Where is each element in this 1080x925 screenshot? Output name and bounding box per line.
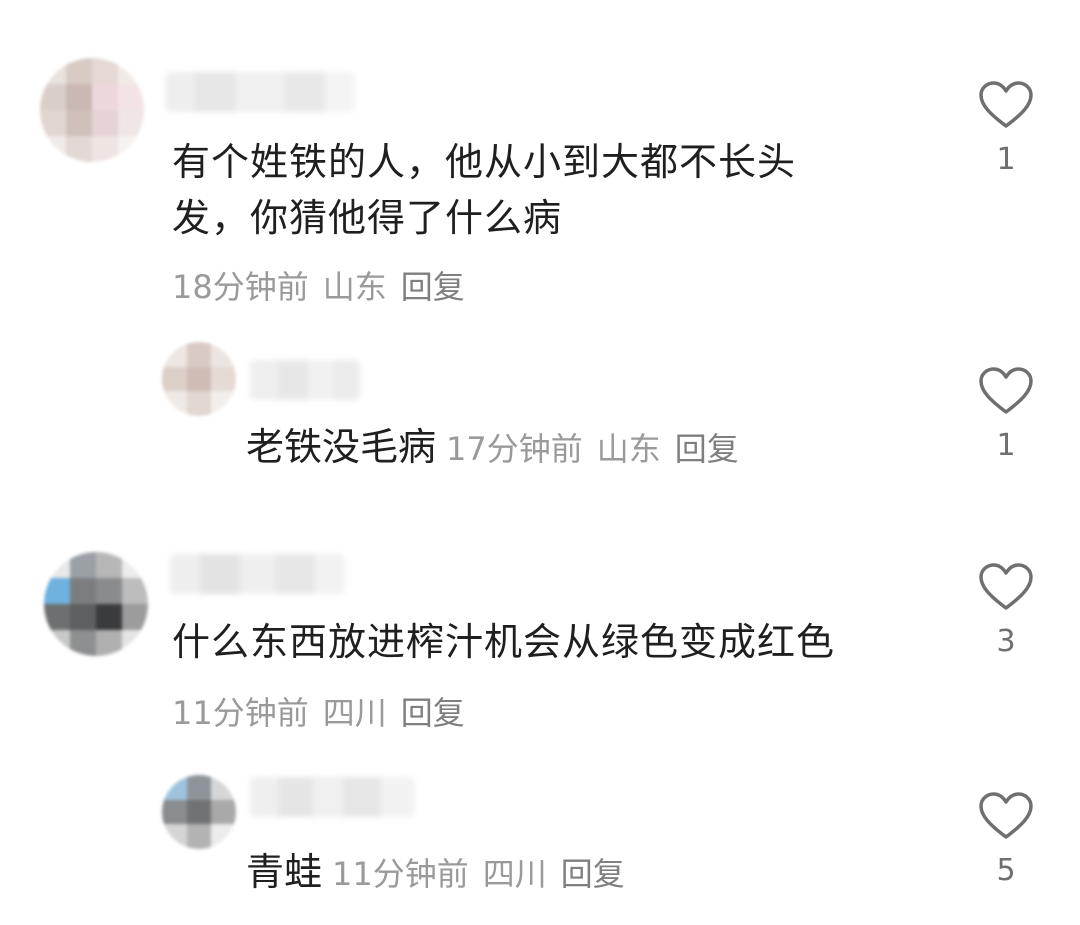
heart-outline-icon xyxy=(979,367,1033,414)
heart-outline-icon xyxy=(979,81,1033,128)
comment-location: 山东 xyxy=(322,268,387,306)
like-button[interactable]: 5 xyxy=(976,791,1036,888)
reply-meta: 17分钟前 山东 回复 xyxy=(446,424,739,470)
username-redacted[interactable] xyxy=(165,72,355,112)
username-redacted[interactable] xyxy=(170,554,345,594)
reply-item: 老铁没毛病 17分钟前 山东 回复 1 xyxy=(0,320,1080,520)
reply-text: 老铁没毛病 xyxy=(246,425,437,469)
like-count: 1 xyxy=(996,428,1016,463)
reply-button[interactable]: 回复 xyxy=(401,694,465,732)
reply-button[interactable]: 回复 xyxy=(561,855,625,893)
like-count: 1 xyxy=(996,142,1016,177)
like-button[interactable]: 3 xyxy=(976,562,1036,659)
comment-location: 四川 xyxy=(322,694,387,732)
comment-text: 有个姓铁的人，他从小到大都不长头发，你猜他得了什么病 xyxy=(172,140,797,240)
avatar[interactable] xyxy=(162,775,236,849)
reply-meta: 11分钟前 四川 回复 xyxy=(332,849,625,895)
like-button[interactable]: 1 xyxy=(976,80,1036,177)
heart-outline-icon xyxy=(979,792,1033,839)
comment-time: 11分钟前 xyxy=(172,694,309,732)
comment-item: 什么东西放进榨汁机会从绿色变成红色 11分钟前 四川 回复 3 xyxy=(0,530,1080,750)
reply-item: 青蛙 11分钟前 四川 回复 5 xyxy=(0,755,1080,925)
reply-button[interactable]: 回复 xyxy=(401,268,465,306)
comment-item: 有个姓铁的人，他从小到大都不长头发，你猜他得了什么病 18分钟前 山东 回复 1 xyxy=(0,0,1080,320)
heart-outline-icon xyxy=(979,563,1033,610)
reply-location: 山东 xyxy=(596,430,661,468)
reply-button[interactable]: 回复 xyxy=(675,430,739,468)
reply-time: 17分钟前 xyxy=(446,430,583,468)
avatar[interactable] xyxy=(44,552,148,656)
reply-content-row: 老铁没毛病 17分钟前 山东 回复 xyxy=(246,416,739,471)
username-redacted[interactable] xyxy=(250,777,415,817)
avatar[interactable] xyxy=(162,342,236,416)
comment-time: 18分钟前 xyxy=(172,268,309,306)
reply-text: 青蛙 xyxy=(246,850,323,894)
avatar[interactable] xyxy=(40,58,144,162)
comment-meta: 11分钟前 四川 回复 xyxy=(172,688,465,734)
like-count: 5 xyxy=(996,853,1016,888)
reply-location: 四川 xyxy=(482,855,547,893)
comment-text: 什么东西放进榨汁机会从绿色变成红色 xyxy=(172,620,836,664)
username-redacted[interactable] xyxy=(250,360,360,400)
reply-time: 11分钟前 xyxy=(332,855,469,893)
like-count: 3 xyxy=(996,624,1016,659)
comment-meta: 18分钟前 山东 回复 xyxy=(172,262,465,308)
reply-content-row: 青蛙 11分钟前 四川 回复 xyxy=(246,841,625,896)
like-button[interactable]: 1 xyxy=(976,366,1036,463)
